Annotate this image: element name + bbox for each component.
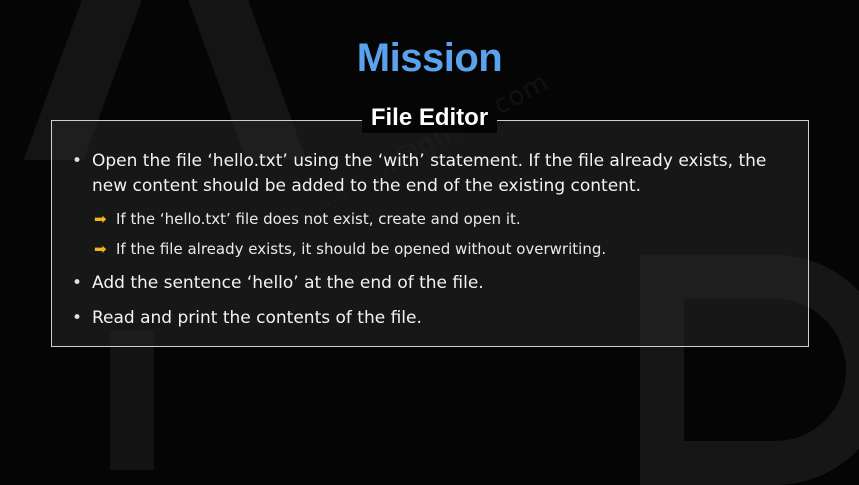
sub-list-item-text: If the file already exists, it should be…	[116, 240, 607, 258]
mission-panel: • Open the file ‘hello.txt’ using the ‘w…	[51, 120, 809, 347]
list-item: • Add the sentence ‘hello’ at the end of…	[72, 271, 782, 296]
arrow-right-icon: ➡	[94, 240, 107, 258]
bullet-icon: •	[72, 273, 83, 293]
sub-list-item: ➡ If the ‘hello.txt’ file does not exist…	[72, 209, 782, 229]
list-item: • Read and print the contents of the fil…	[72, 306, 782, 331]
arrow-right-icon: ➡	[94, 210, 107, 228]
page-title: Mission	[356, 36, 503, 80]
list-item-text: Open the file ‘hello.txt’ using the ‘wit…	[92, 151, 767, 196]
list-item-text: Read and print the contents of the file.	[92, 308, 422, 328]
list-item: • Open the file ‘hello.txt’ using the ‘w…	[72, 149, 782, 199]
bullet-icon: •	[72, 308, 83, 328]
sub-list-item: ➡ If the file already exists, it should …	[72, 239, 782, 259]
mission-list: • Open the file ‘hello.txt’ using the ‘w…	[72, 149, 782, 331]
background-bar	[110, 330, 154, 470]
bullet-icon: •	[72, 151, 83, 171]
list-item-text: Add the sentence ‘hello’ at the end of t…	[92, 273, 484, 293]
sub-list-item-text: If the ‘hello.txt’ file does not exist, …	[116, 210, 521, 228]
